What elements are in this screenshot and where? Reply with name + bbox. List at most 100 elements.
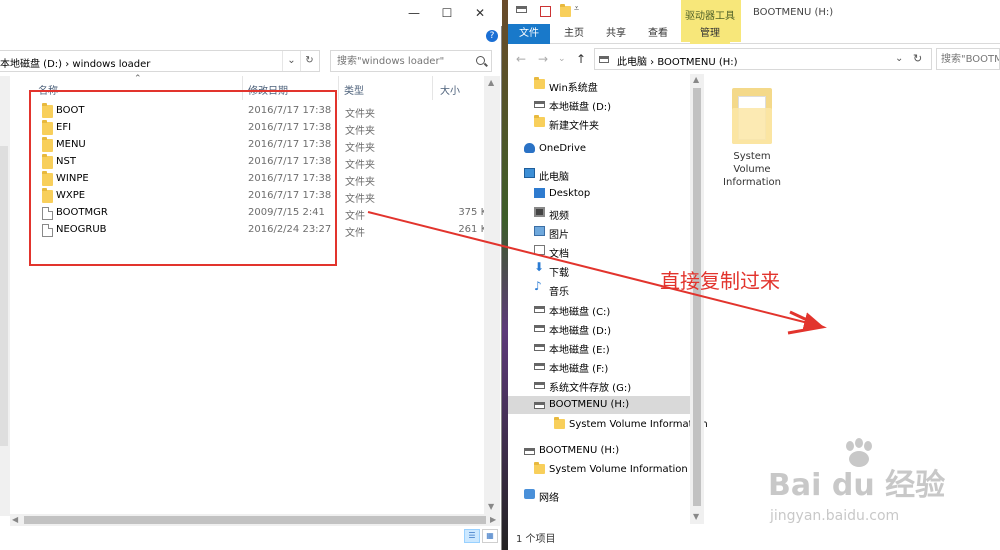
details-view-icon[interactable]: ☰ [464,529,480,543]
nav-item-label: Win系统盘 [549,83,598,94]
horizontal-scrollbar-thumb[interactable] [24,516,486,524]
help-icon[interactable]: ? [486,30,498,42]
nav-item[interactable]: 本地磁盘 (E:) [534,338,690,356]
nav-item-label: 本地磁盘 (C:) [549,307,611,318]
close-button[interactable]: ✕ [466,0,494,26]
nav-item-label: 文档 [549,249,569,260]
recent-locations-icon[interactable]: ⌄ [558,54,566,64]
nav-item-label: System Volume Information [549,464,688,475]
column-divider[interactable] [432,76,433,100]
tab-share[interactable]: 共享 [598,24,634,44]
drive-icon [534,402,545,409]
scroll-down-icon[interactable]: ▼ [488,502,494,511]
chevron-down-icon[interactable]: ⌄ [895,53,903,64]
drive-icon [534,325,545,332]
vertical-scrollbar[interactable]: ▲ ▼ [484,76,500,514]
nav-scrollbar-thumb[interactable] [693,88,701,506]
nav-item[interactable]: 本地磁盘 (F:) [534,357,690,375]
nav-item[interactable]: Win系统盘 [534,76,690,94]
annotation-text: 直接复制过来 [660,269,780,293]
large-icons-view-icon[interactable]: ▦ [482,529,498,543]
nav-item[interactable]: 视频 [534,204,690,222]
nav-scrollbar-thumb[interactable] [0,146,8,446]
new-folder-icon[interactable] [560,4,571,17]
file-type: 文件夹 [345,143,375,154]
nav-item[interactable]: System Volume Information [534,461,690,479]
back-icon[interactable]: ← [516,52,526,66]
nav-item-label: 视频 [549,211,569,222]
tab-view[interactable]: 查看 [640,24,676,44]
breadcrumb[interactable]: 本地磁盘 (D:) › windows loader [0,55,150,70]
nav-item[interactable]: BOOTMENU (H:) [524,442,690,460]
tab-home[interactable]: 主页 [556,24,592,44]
file-type: 文件夹 [345,160,375,171]
nav-item[interactable]: System Volume Information [554,416,708,434]
minimize-button[interactable]: — [400,0,428,26]
item-count: 1 个项目 [516,534,556,545]
scroll-right-icon[interactable]: ▶ [490,515,496,524]
nav-item[interactable]: 本地磁盘 (D:) [534,95,690,113]
folder-large-icon[interactable] [732,88,772,144]
status-bar: ☰ ▦ [0,526,500,548]
properties-icon[interactable] [540,6,551,17]
refresh-icon[interactable]: ↻ [300,51,318,71]
nav-item[interactable]: BOOTMENU (H:) [508,396,690,414]
file-type: 文件 [345,228,365,239]
nav-item[interactable]: 此电脑 [524,165,690,183]
address-bar[interactable]: 此电脑 › BOOTMENU (H:) ⌄ ↻ [594,48,932,70]
file-type: 文件夹 [345,177,375,188]
scroll-down-icon[interactable]: ▼ [693,512,699,521]
desktop-icon [534,188,545,198]
column-type[interactable]: 类型 [344,82,364,97]
refresh-icon[interactable]: ↻ [913,52,922,65]
up-icon[interactable]: ↑ [576,52,586,66]
nav-vertical-scrollbar[interactable]: ▲ ▼ [690,74,704,524]
scroll-up-icon[interactable]: ▲ [693,75,699,84]
search-input[interactable] [337,54,467,68]
nav-item-label: 此电脑 [539,172,569,183]
navigation-bar: ← → ⌄ ↑ 此电脑 › BOOTMENU (H:) ⌄ ↻ [508,48,1000,72]
search-input[interactable] [941,52,999,66]
nav-item[interactable]: OneDrive [524,140,690,158]
nav-item-label: 系统文件存放 (G:) [549,383,632,394]
maximize-button[interactable]: ☐ [433,0,461,26]
scroll-left-icon[interactable]: ◀ [12,515,18,524]
navigation-pane-edge [0,76,10,516]
nav-item[interactable]: Desktop [534,185,690,203]
nav-item[interactable]: 图片 [534,223,690,241]
file-type: 文件夹 [345,126,375,137]
scroll-up-icon[interactable]: ▲ [488,78,494,87]
customize-toolbar-icon[interactable]: ⩡ [574,4,585,15]
tab-manage[interactable]: 管理 [690,24,730,44]
column-divider[interactable] [338,76,339,100]
search-box[interactable] [330,50,492,72]
address-bar[interactable]: 本地磁盘 (D:) › windows loader ⌄ ↻ [0,50,320,72]
folder-icon [534,115,545,127]
tab-file[interactable]: 文件 [508,24,550,44]
folder-label[interactable]: System Volume Information [720,150,784,189]
column-size[interactable]: 大小 [440,82,460,97]
forward-icon[interactable]: → [538,52,548,66]
breadcrumb[interactable]: 此电脑 › BOOTMENU (H:) [617,53,738,68]
nav-item[interactable]: 新建文件夹 [534,114,690,132]
drive-icon [534,363,545,370]
drive-icon [534,101,545,108]
file-size: 261 KB [458,224,494,235]
ribbon-tabs: 文件 主页 共享 查看 管理 [508,24,1000,44]
drive-icon [516,6,527,13]
nav-item[interactable]: 网络 [524,486,690,504]
navigation-pane: Win系统盘 本地磁盘 (D:) 新建文件夹 OneDrive 此电脑 Desktop 视频… [508,74,708,524]
nav-item[interactable]: 文档 [534,242,690,260]
nav-item[interactable]: 本地磁盘 (C:) [534,300,690,318]
folder-icon [534,462,545,474]
chevron-down-icon[interactable]: ⌄ [282,51,300,71]
nav-item[interactable]: 本地磁盘 (D:) [534,319,690,337]
search-icon[interactable] [476,56,485,65]
search-box[interactable] [936,48,1000,70]
horizontal-scrollbar[interactable]: ◀ ▶ [10,514,500,526]
pictures-icon [534,226,545,236]
nav-item[interactable]: 系统文件存放 (G:) [534,376,690,394]
nav-item-label: 本地磁盘 (D:) [549,326,612,337]
nav-item-label: 图片 [549,230,569,241]
nav-item-label: Desktop [549,188,591,199]
